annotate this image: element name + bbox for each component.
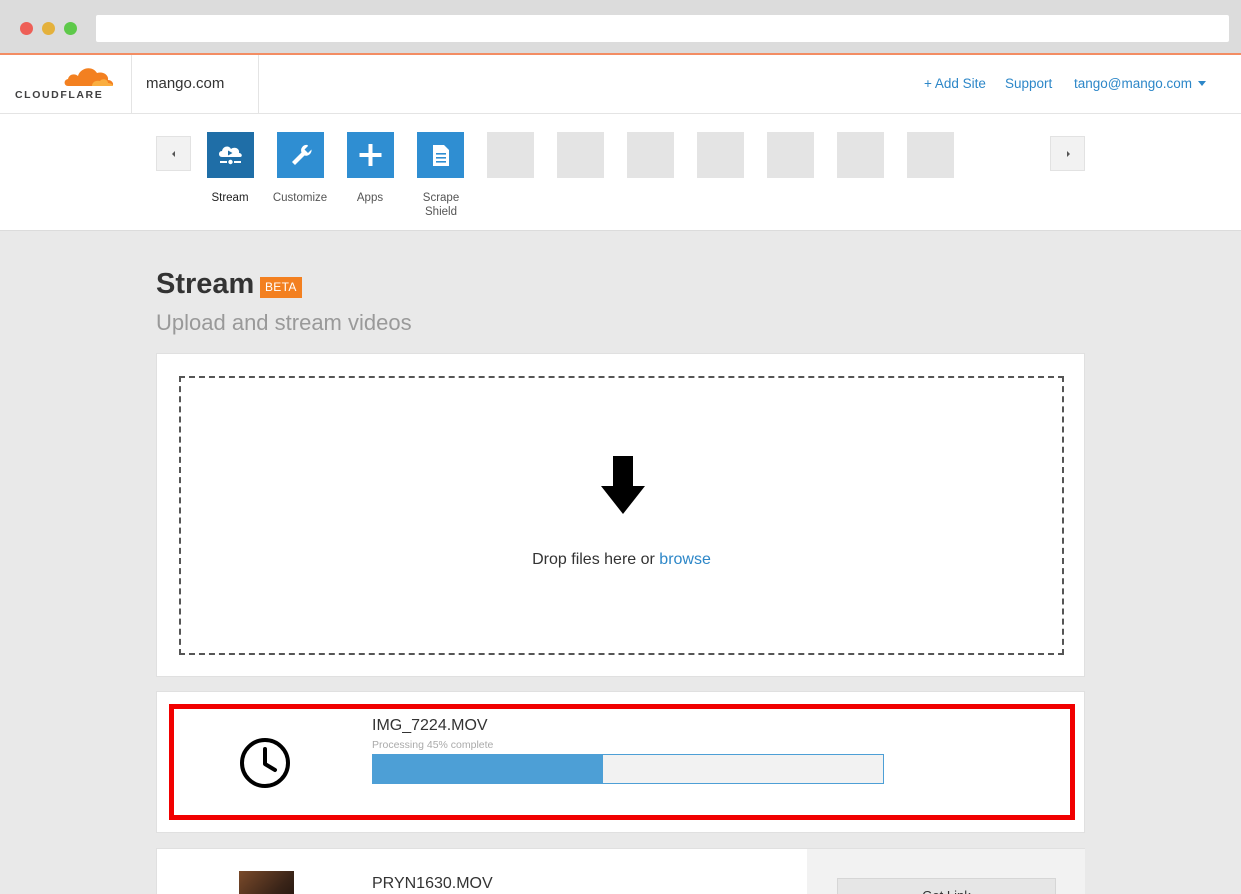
add-site-link[interactable]: + Add Site xyxy=(924,76,986,91)
app-tile-placeholder xyxy=(557,132,604,178)
site-selector[interactable]: mango.com xyxy=(132,55,259,113)
scroll-left-button[interactable] xyxy=(156,136,191,171)
browser-chrome xyxy=(0,0,1241,55)
download-arrow-icon xyxy=(601,456,645,514)
app-label-customize: Customize xyxy=(272,192,328,204)
logo-wordmark: CLOUDFLARE xyxy=(15,89,104,101)
app-toolbar: Stream Customize Apps Scrape Shield xyxy=(0,114,1241,231)
processing-status: Processing 45% complete xyxy=(372,739,494,751)
app-tile-placeholder xyxy=(837,132,884,178)
browse-link[interactable]: browse xyxy=(659,551,711,568)
page-subtitle: Upload and stream videos xyxy=(156,310,412,335)
video-row: IMG_7224.MOV Processing 45% complete xyxy=(156,691,1085,833)
beta-badge: BETA xyxy=(260,277,302,298)
video-filename: PRYN1630.MOV xyxy=(372,875,493,892)
get-link-button[interactable]: Get Link xyxy=(837,878,1056,894)
wrench-icon xyxy=(292,144,312,165)
app-tile-apps[interactable] xyxy=(347,132,394,178)
arrow-left-icon xyxy=(172,151,175,157)
user-menu[interactable]: tango@mango.com xyxy=(1074,76,1207,91)
app-tile-placeholder xyxy=(627,132,674,178)
window-close-button[interactable] xyxy=(20,22,33,35)
scroll-right-button[interactable] xyxy=(1050,136,1085,171)
arrow-right-icon xyxy=(1067,151,1070,157)
app-label-apps: Apps xyxy=(356,192,384,204)
video-row: PRYN1630.MOV Get Link xyxy=(156,848,1085,894)
cloudflare-logo[interactable]: CLOUDFLARE xyxy=(0,55,132,113)
app-tile-placeholder xyxy=(907,132,954,178)
cloud-logo-icon xyxy=(64,68,114,86)
drop-label: Drop files here or xyxy=(532,551,655,568)
app-tile-stream[interactable] xyxy=(207,132,254,178)
video-thumbnail[interactable] xyxy=(239,871,294,894)
upload-card: Drop files here or browse xyxy=(156,353,1085,677)
plus-icon xyxy=(359,144,382,166)
drop-instructions: Drop files here or browse xyxy=(181,551,1062,569)
support-link[interactable]: Support xyxy=(1005,76,1052,91)
app-tile-placeholder xyxy=(697,132,744,178)
progress-bar xyxy=(372,754,884,784)
window-maximize-button[interactable] xyxy=(64,22,77,35)
clock-icon xyxy=(240,738,290,788)
file-dropzone[interactable]: Drop files here or browse xyxy=(179,376,1064,655)
app-tile-customize[interactable] xyxy=(277,132,324,178)
address-bar[interactable] xyxy=(96,15,1229,42)
window-minimize-button[interactable] xyxy=(42,22,55,35)
app-label-stream: Stream xyxy=(211,192,249,204)
app-tile-placeholder xyxy=(767,132,814,178)
video-filename: IMG_7224.MOV xyxy=(372,717,488,734)
app-label-scrape-shield: Scrape Shield xyxy=(422,192,460,218)
site-header: CLOUDFLARE mango.com + Add Site Support … xyxy=(0,55,1241,114)
app-tile-scrape-shield[interactable] xyxy=(417,132,464,178)
chevron-down-icon xyxy=(1198,81,1207,86)
user-email: tango@mango.com xyxy=(1074,76,1193,91)
page-title: Stream xyxy=(156,268,255,300)
document-icon xyxy=(433,145,449,166)
stream-cloud-icon xyxy=(219,146,242,165)
app-tile-placeholder xyxy=(487,132,534,178)
progress-fill xyxy=(373,755,603,783)
